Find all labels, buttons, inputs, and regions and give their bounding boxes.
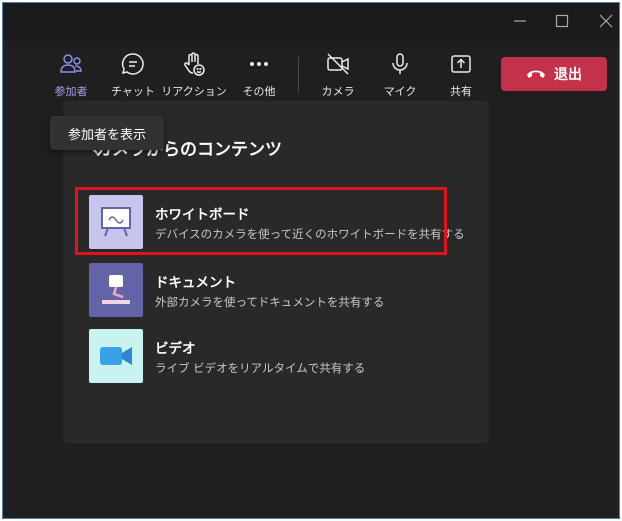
share-label: 共有 — [450, 85, 472, 98]
minimize-button[interactable] — [508, 9, 532, 33]
highlight-box — [75, 187, 447, 255]
more-label: その他 — [242, 85, 276, 98]
option-video-title: ビデオ — [155, 340, 196, 357]
maximize-button[interactable] — [550, 9, 574, 33]
hang-up-icon — [527, 70, 545, 78]
leave-button[interactable]: 退出 — [501, 57, 607, 91]
more-button[interactable]: その他 — [241, 51, 277, 103]
option-video-desc: ライブ ビデオをリアルタイムで共有する — [155, 360, 366, 375]
chat-button[interactable]: チャット — [111, 51, 155, 103]
camera-button[interactable]: カメラ — [321, 51, 355, 103]
leave-label: 退出 — [554, 67, 582, 83]
mic-button[interactable]: マイク — [383, 51, 417, 103]
toolbar-divider — [298, 57, 299, 93]
participants-label: 参加者 — [54, 85, 88, 98]
option-document-desc: 外部カメラを使ってドキュメントを共有する — [155, 294, 385, 309]
chat-label: チャット — [111, 85, 155, 98]
raise-hand-icon — [184, 52, 205, 76]
share-tray-icon — [451, 55, 471, 73]
meeting-toolbar: 参加者 チャット リアクション その他 カメラ マイク 共有 退出 — [3, 41, 619, 107]
camera-off-icon — [327, 53, 349, 75]
document-thumbnail — [89, 263, 143, 317]
option-video[interactable]: ビデオ ライブ ビデオをリアルタイムで共有する — [89, 328, 441, 384]
title-bar — [3, 3, 619, 41]
video-thumbnail — [89, 329, 143, 383]
participants-tooltip: 参加者を表示 — [50, 116, 164, 150]
camera-label: カメラ — [321, 85, 355, 98]
more-options-icon — [250, 62, 268, 66]
reaction-label: リアクション — [161, 85, 227, 98]
share-button[interactable]: 共有 — [447, 51, 475, 103]
document-camera-icon — [102, 275, 130, 304]
option-document[interactable]: ドキュメント 外部カメラを使ってドキュメントを共有する — [89, 262, 441, 318]
microphone-icon — [392, 53, 408, 74]
participants-button[interactable]: 参加者 — [51, 51, 91, 103]
video-camera-icon — [100, 347, 132, 365]
minimize-icon — [514, 20, 526, 22]
maximize-icon — [555, 14, 569, 28]
chat-icon — [121, 53, 144, 75]
option-document-title: ドキュメント — [155, 274, 236, 291]
app-window: 参加者 チャット リアクション その他 カメラ マイク 共有 退出 カメラからの… — [2, 2, 620, 519]
mic-label: マイク — [383, 85, 417, 98]
participants-icon — [60, 54, 82, 73]
close-icon — [599, 14, 613, 28]
reaction-button[interactable]: リアクション — [161, 51, 227, 103]
close-button[interactable] — [594, 9, 618, 33]
